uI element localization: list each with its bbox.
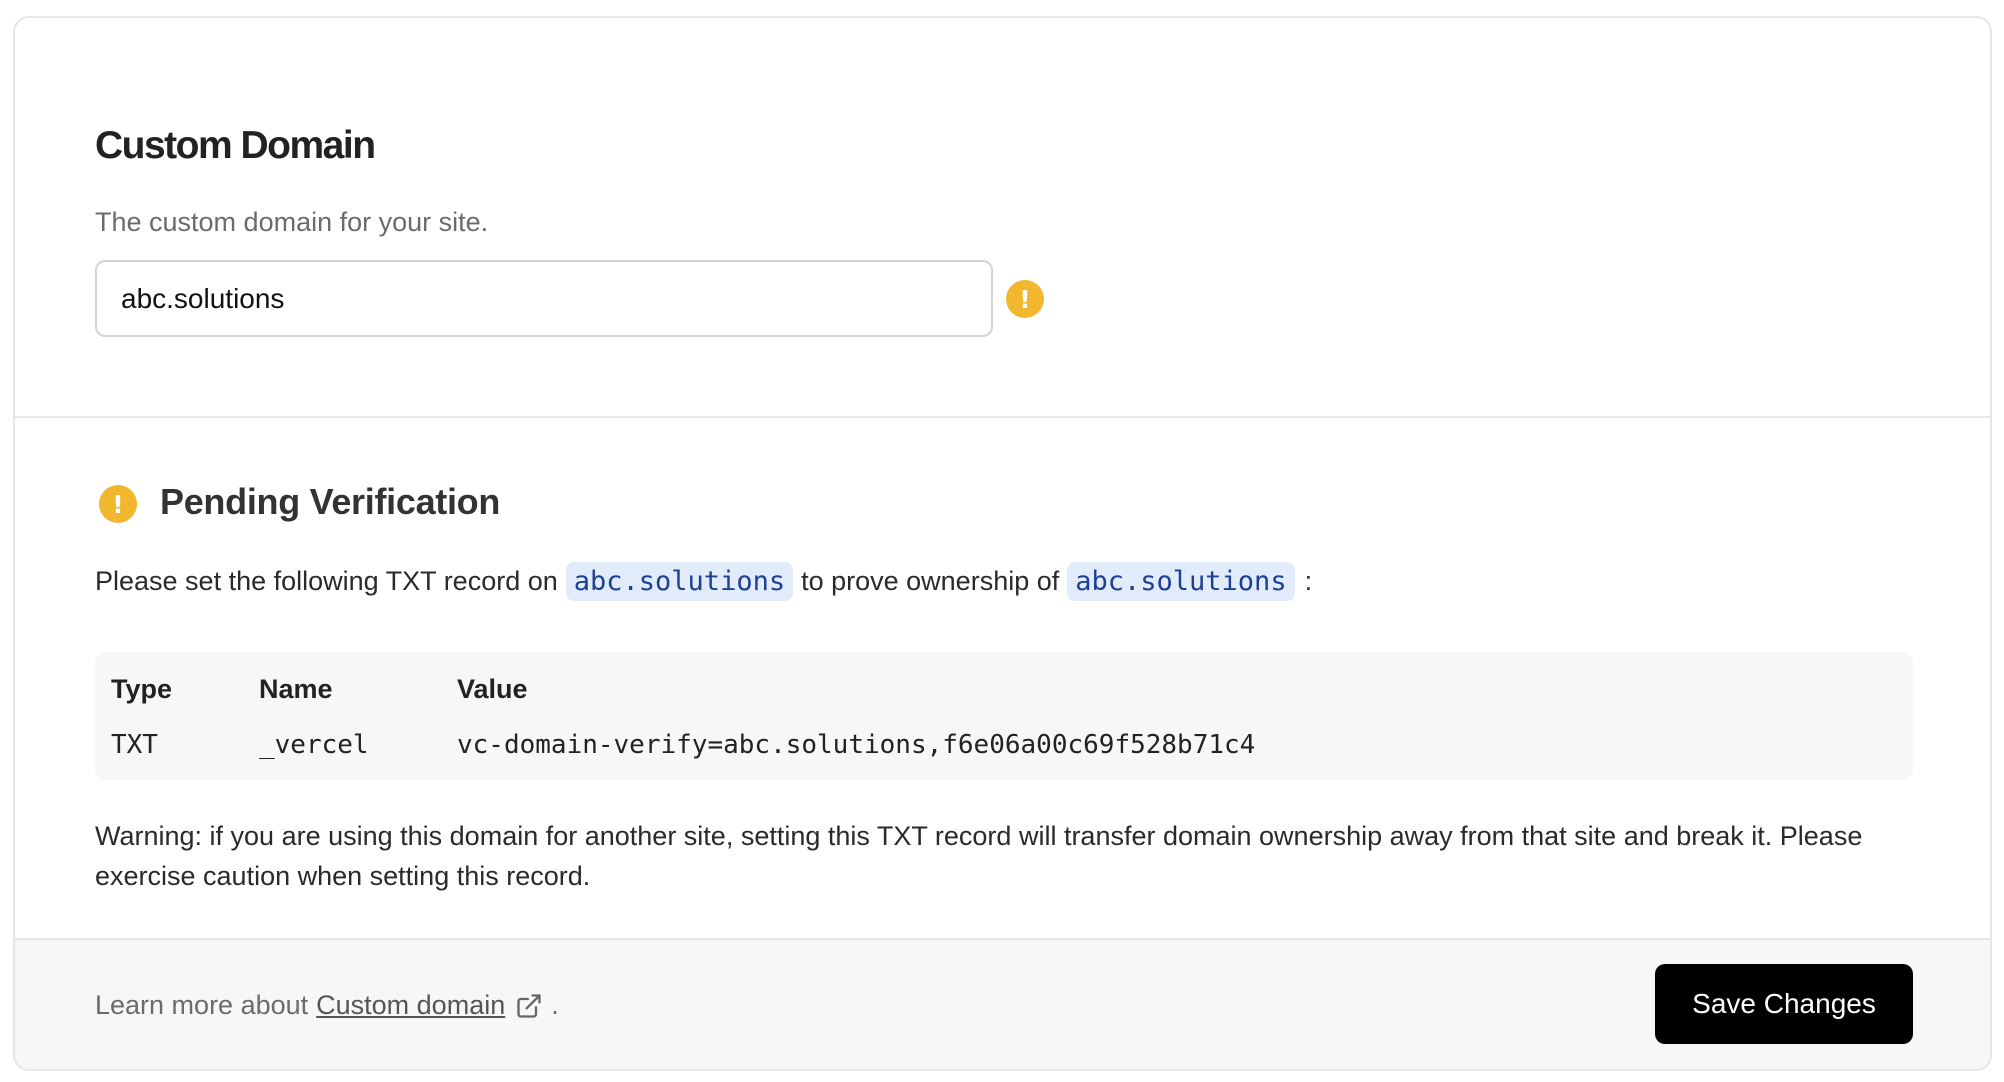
pending-verification-title: Pending Verification [160,481,501,522]
section-subtitle: The custom domain for your site. [95,207,489,237]
learn-more: Learn more about Custom domain . [95,990,559,1021]
record-type: TXT [111,730,158,760]
warning-icon: ! [1006,280,1044,318]
card-footer: Learn more about Custom domain . Save Ch… [15,938,1990,1069]
custom-domain-section: Custom Domain The custom domain for your… [15,18,1990,418]
verification-instructions: Please set the following TXT record on a… [95,562,1312,601]
save-changes-button[interactable]: Save Changes [1655,964,1913,1044]
custom-domain-docs-link[interactable]: Custom domain [316,990,505,1021]
ownership-warning: Warning: if you are using this domain fo… [95,821,1863,891]
record-value: vc-domain-verify=abc.solutions,f6e06a00c… [457,730,1256,760]
record-name: _vercel [259,730,369,760]
domain-code-chip: abc.solutions [1067,562,1295,601]
pending-warning-icon: ! [99,485,137,523]
domain-code-chip: abc.solutions [565,562,794,601]
instruction-middle: to prove ownership of [801,566,1060,596]
instruction-suffix: : [1304,566,1313,596]
txt-record-table: Type Name Value TXT _vercel vc-domain-ve… [95,652,1913,780]
custom-domain-card: Custom Domain The custom domain for your… [13,16,1992,1071]
section-title: Custom Domain [95,124,376,167]
domain-input[interactable] [121,262,921,335]
column-header-type: Type [111,674,173,704]
external-link-icon[interactable] [515,992,543,1020]
learn-more-prefix: Learn more about [95,990,309,1020]
column-header-name: Name [259,674,333,704]
domain-field[interactable]: ! [95,260,1044,337]
instruction-prefix: Please set the following TXT record on [95,566,558,596]
learn-more-suffix: . [551,990,559,1020]
column-header-value: Value [457,674,528,704]
